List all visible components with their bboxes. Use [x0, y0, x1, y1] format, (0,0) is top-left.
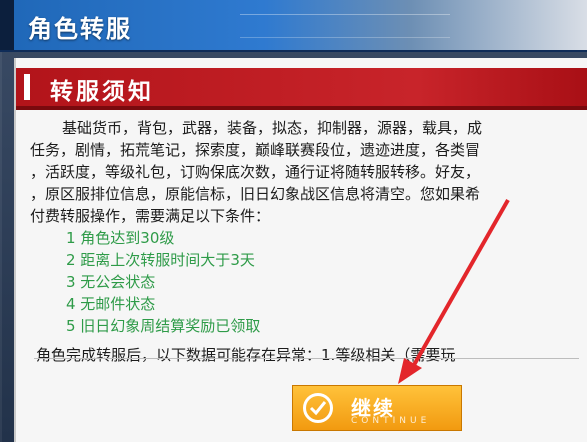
annotation-arrow — [398, 199, 510, 384]
